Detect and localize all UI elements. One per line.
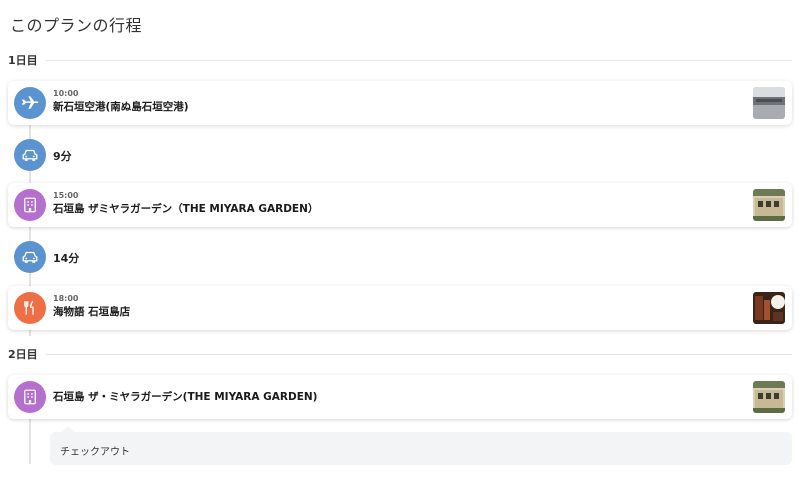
divider: [45, 353, 792, 355]
restaurant-photo[interactable]: [753, 292, 785, 324]
checkout-note: チェックアウト: [50, 432, 792, 465]
itinerary-card-airport[interactable]: 10:00 新石垣空港(南ぬ島石垣空港): [8, 81, 792, 125]
transit-row-1: 9分: [8, 138, 792, 172]
hotel-photo[interactable]: [753, 381, 785, 413]
place-name[interactable]: 海物語 石垣島店: [53, 304, 744, 320]
travel-duration: 9分: [53, 150, 72, 163]
page-title: このプランの行程: [10, 16, 143, 35]
hotel-photo[interactable]: [753, 189, 785, 221]
itinerary-card-hotel[interactable]: 15:00 石垣島 ザミヤラガーデン（THE MIYARA GARDEN）: [8, 183, 792, 227]
restaurant-icon: [14, 292, 46, 324]
divider: [45, 59, 792, 61]
car-icon: [14, 241, 46, 273]
timeline-line: [29, 412, 31, 464]
time-label: 10:00: [53, 89, 79, 98]
hotel-icon: [14, 381, 46, 413]
place-name[interactable]: 新石垣空港(南ぬ島石垣空港): [53, 99, 744, 115]
day-header-2: 2日目: [8, 346, 792, 362]
airport-photo[interactable]: [753, 87, 785, 119]
note-text: チェックアウト: [60, 447, 130, 458]
place-name[interactable]: 石垣島 ザ・ミヤラガーデン(THE MIYARA GARDEN): [53, 389, 744, 405]
time-label: 15:00: [53, 191, 79, 200]
travel-duration: 14分: [53, 252, 80, 265]
transit-row-2: 14分: [8, 240, 792, 274]
itinerary-card-restaurant[interactable]: 18:00 海物語 石垣島店: [8, 286, 792, 330]
car-icon: [14, 139, 46, 171]
day-header-1: 1日目: [8, 52, 792, 68]
day-label: 2日目: [8, 348, 38, 361]
airplane-icon: [14, 87, 46, 119]
place-name[interactable]: 石垣島 ザミヤラガーデン（THE MIYARA GARDEN）: [53, 201, 744, 217]
itinerary-card-hotel-day2[interactable]: 石垣島 ザ・ミヤラガーデン(THE MIYARA GARDEN): [8, 375, 792, 419]
day-label: 1日目: [8, 54, 38, 67]
hotel-icon: [14, 189, 46, 221]
time-label: 18:00: [53, 294, 79, 303]
